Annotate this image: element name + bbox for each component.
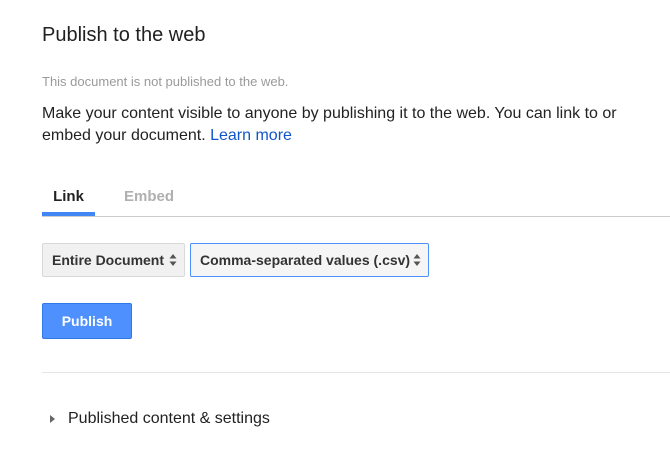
up-down-caret-icon (169, 254, 177, 266)
description-text: Make your content visible to anyone by p… (42, 105, 617, 144)
publish-button[interactable]: Publish (42, 303, 132, 339)
publish-description: Make your content visible to anyone by p… (42, 103, 652, 147)
learn-more-link[interactable]: Learn more (210, 127, 292, 144)
tab-embed[interactable]: Embed (124, 188, 174, 205)
up-down-caret-icon (413, 254, 421, 266)
publish-to-web-dialog: Publish to the web This document is not … (0, 0, 670, 457)
triangle-right-icon (50, 415, 55, 423)
document-scope-value: Entire Document (52, 252, 165, 268)
active-tab-indicator (42, 212, 95, 216)
dialog-title: Publish to the web (42, 24, 206, 46)
publish-tabs: Link Embed (42, 182, 670, 217)
format-select[interactable]: Comma-separated values (.csv) (190, 243, 429, 277)
publish-status-text: This document is not published to the we… (42, 74, 289, 89)
tab-link[interactable]: Link (42, 188, 95, 205)
section-divider (42, 372, 670, 373)
published-content-settings-label: Published content & settings (68, 410, 270, 427)
document-scope-select[interactable]: Entire Document (42, 243, 185, 277)
format-value: Comma-separated values (.csv) (200, 252, 411, 268)
